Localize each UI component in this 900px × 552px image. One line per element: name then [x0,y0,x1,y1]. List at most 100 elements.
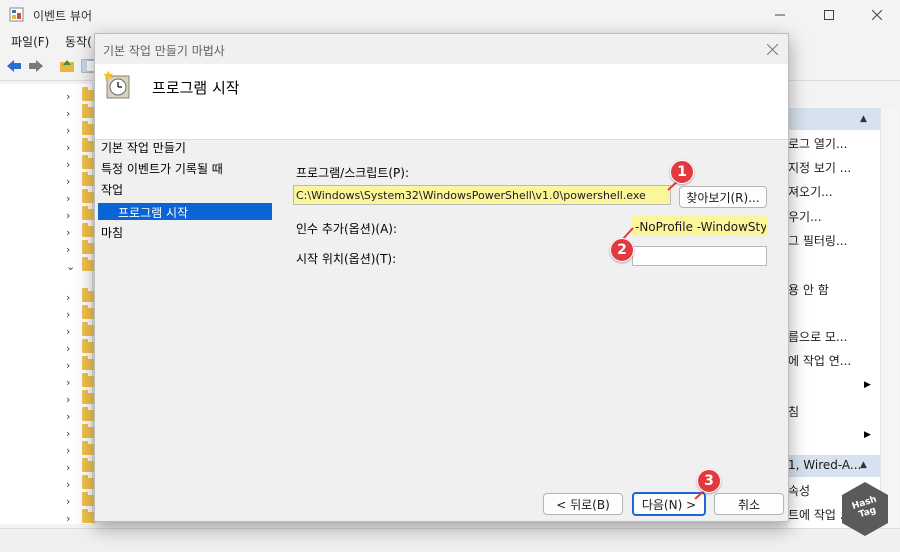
back-arrow-icon[interactable] [5,57,23,75]
tree-item[interactable]: › [66,206,96,223]
chevron-right-icon[interactable]: › [66,175,70,188]
chevron-right-icon[interactable]: › [66,393,70,406]
back-button[interactable]: < 뒤로(B) [543,493,623,515]
submenu-arrow-icon[interactable]: ▶ [864,380,871,390]
tree-item[interactable]: ⌄ [66,257,96,274]
annotation-badge-1: 1 [670,160,694,184]
tree-item[interactable]: › [66,475,96,492]
maximize-button[interactable] [806,0,852,30]
tree-item[interactable]: › [66,424,96,441]
wizard-header: 프로그램 시작 [95,64,788,140]
chevron-right-icon[interactable]: › [66,243,70,256]
tree-item[interactable]: › [66,339,96,356]
chevron-right-icon[interactable]: › [66,158,70,171]
forward-arrow-icon[interactable] [27,57,45,75]
tree-item[interactable]: › [66,356,96,373]
hashtag-watermark: Hash Tag [840,480,890,538]
chevron-right-icon[interactable]: › [66,444,70,457]
tree-item[interactable]: › [66,509,96,526]
close-icon [872,10,882,20]
wizard-title: 기본 작업 만들기 마법사 [103,44,225,58]
action-item[interactable]: 침 [788,403,872,420]
chevron-right-icon[interactable]: › [66,291,70,304]
chevron-right-icon[interactable]: › [66,226,70,239]
tree-item[interactable]: › [66,458,96,475]
browse-button[interactable]: 찾아보기(R)... [679,186,767,208]
chevron-right-icon[interactable]: › [66,478,70,491]
start-in-label: 시작 위치(옵션)(T): [296,252,397,266]
chevron-right-icon[interactable]: › [66,427,70,440]
tree-item[interactable]: › [66,155,96,172]
add-arguments-label: 인수 추가(옵션)(A): [296,222,398,236]
tree-item[interactable]: › [66,172,96,189]
action-item[interactable]: 져오기... [788,183,872,200]
chevron-right-icon[interactable]: › [66,495,70,508]
minimize-button[interactable] [757,0,803,30]
action-item[interactable]: 에 작업 연... [788,352,872,369]
start-in-input[interactable] [632,246,767,266]
tree-item[interactable]: › [66,138,96,155]
next-button[interactable]: 다음(N) > [632,492,706,516]
action-item[interactable]: 용 안 함 [788,281,872,298]
chevron-right-icon[interactable]: › [66,461,70,474]
main-window-title: 이벤트 뷰어 [33,9,93,23]
tree-item[interactable]: › [66,189,96,206]
chevron-right-icon[interactable]: › [66,209,70,222]
step-start-program: 프로그램 시작 [98,203,272,220]
add-arguments-input[interactable]: -NoProfile -WindowStyl [632,216,767,236]
task-clock-icon [103,70,130,99]
wizard-titlebar: 기본 작업 만들기 마법사 [95,34,788,64]
tree-item[interactable]: › [66,441,96,458]
close-button[interactable] [854,0,900,30]
tree-item[interactable]: › [66,104,96,121]
program-script-input[interactable]: C:\Windows\System32\WindowsPowerShell\v1… [293,185,671,205]
action-item[interactable]: 그 필터링... [788,232,872,249]
tree-item[interactable]: › [66,322,96,339]
chevron-right-icon[interactable]: › [66,325,70,338]
action-item[interactable]: 름으로 모... [788,328,872,345]
maximize-icon [824,10,834,20]
action-item[interactable]: 로그 열기... [788,135,872,152]
up-folder-icon[interactable] [58,57,76,75]
menu-file[interactable]: 파일(F) [11,33,49,50]
chevron-right-icon[interactable]: › [66,342,70,355]
chevron-right-icon[interactable]: › [66,107,70,120]
chevron-right-icon[interactable]: › [66,124,70,137]
collapse-up-icon[interactable]: ▲ [860,114,867,124]
chevron-right-icon[interactable]: › [66,376,70,389]
wizard-heading: 프로그램 시작 [152,79,240,97]
tree-item[interactable]: › [66,305,96,322]
chevron-right-icon[interactable]: › [66,141,70,154]
annotation-badge-2: 2 [610,238,634,262]
chevron-right-icon[interactable]: › [66,308,70,321]
chevron-right-icon[interactable]: › [66,192,70,205]
tree-item[interactable]: › [66,407,96,424]
action-item[interactable]: 1, Wired-A... [788,458,872,472]
tree-item[interactable]: › [66,288,96,305]
cancel-button[interactable]: 취소 [714,493,784,515]
chevron-right-icon[interactable]: › [66,512,70,525]
event-viewer-app-icon [9,7,24,22]
chevron-right-icon[interactable]: › [66,90,70,103]
chevron-right-icon[interactable]: › [66,410,70,423]
action-item[interactable]: 지정 보기 ... [788,159,872,176]
step-start-program-label: 프로그램 시작 [118,206,189,220]
tree-item[interactable]: › [66,492,96,509]
tree-item[interactable]: › [66,240,96,257]
menu-action[interactable]: 동작( [65,33,92,50]
tree-item[interactable]: › [66,390,96,407]
actions-scrollbar[interactable] [880,108,899,528]
submenu-arrow-icon[interactable]: ▶ [864,430,871,440]
chevron-right-icon[interactable]: › [66,359,70,372]
chevron-down-icon[interactable]: ⌄ [66,260,75,273]
tree-item[interactable]: › [66,373,96,390]
create-basic-task-wizard: 기본 작업 만들기 마법사 프로그램 시작 기본 작업 만들기 특정 이벤트가 … [94,33,789,522]
wizard-close-button[interactable] [761,38,783,60]
program-script-label: 프로그램/스크립트(P): [296,166,410,180]
tree-item[interactable]: › [66,87,96,104]
tree-item[interactable]: › [66,223,96,240]
close-icon [766,43,778,55]
main-titlebar: 이벤트 뷰어 [0,0,900,30]
action-item[interactable]: 우기... [788,208,872,225]
tree-item[interactable]: › [66,121,96,138]
